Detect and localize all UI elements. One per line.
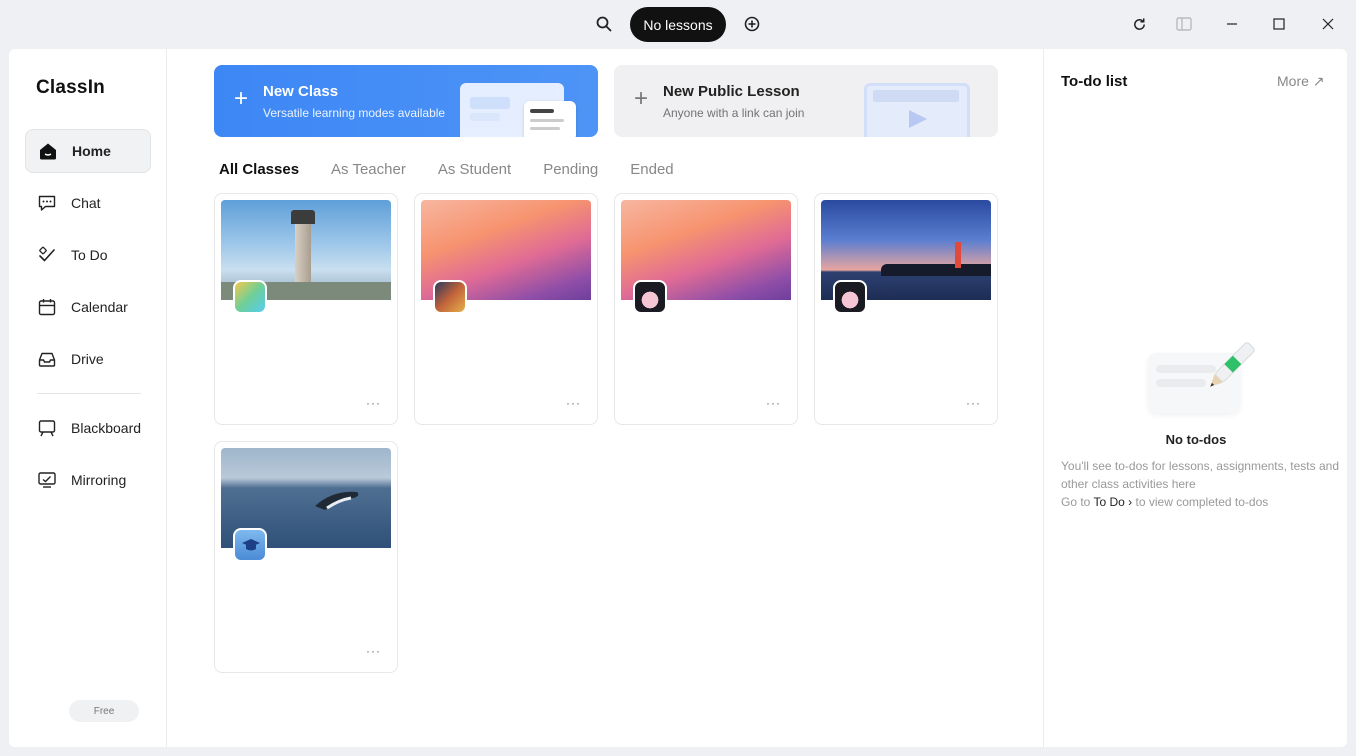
mirroring-icon [37, 470, 57, 490]
tab-pending[interactable]: Pending [543, 161, 598, 178]
more-options-button[interactable]: ··· [566, 396, 581, 410]
plus-icon: + [234, 85, 249, 112]
plan-badge[interactable]: Free [69, 700, 139, 722]
class-avatar [833, 280, 867, 314]
title-bar: No lessons [0, 0, 1356, 48]
sidebar-item-label: Mirroring [71, 472, 127, 488]
classes-content: + New Class Versatile learning modes ava… [167, 49, 1043, 747]
chat-icon [37, 193, 57, 213]
banner-title: New Public Lesson [663, 83, 800, 100]
banner-subtitle: Anyone with a link can join [663, 106, 805, 120]
sidebar: ClassIn Home Chat To Do Calendar Drive B… [9, 49, 167, 747]
todo-link[interactable]: To Do [1093, 495, 1124, 509]
empty-state-suffix: to view completed to-dos [1132, 495, 1269, 509]
class-card[interactable]: ··· [214, 441, 398, 673]
sidebar-item-label: Drive [71, 351, 104, 367]
video-player-illustration [864, 83, 970, 137]
sidebar-divider [37, 393, 141, 394]
class-card[interactable]: ··· [214, 193, 398, 425]
sidebar-item-drive[interactable]: Drive [25, 337, 151, 381]
more-options-button[interactable]: ··· [766, 396, 781, 410]
more-options-button[interactable]: ··· [366, 396, 381, 410]
banner-subtitle: Versatile learning modes available [263, 106, 446, 120]
empty-state-description: You'll see to-dos for lessons, assignmen… [1061, 457, 1341, 511]
sidebar-toggle-icon[interactable] [1172, 12, 1196, 36]
close-icon[interactable] [1316, 12, 1340, 36]
sidebar-item-blackboard[interactable]: Blackboard [25, 406, 151, 450]
sidebar-item-label: To Do [71, 247, 108, 263]
more-options-button[interactable]: ··· [366, 644, 381, 658]
class-card[interactable]: ··· [614, 193, 798, 425]
empty-state-prefix: Go to [1061, 495, 1094, 509]
home-icon [38, 141, 58, 161]
search-icon[interactable] [592, 12, 616, 36]
empty-state-title: No to-dos [1165, 432, 1227, 447]
class-avatar [433, 280, 467, 314]
lesson-status-pill[interactable]: No lessons [630, 7, 726, 42]
refresh-icon[interactable] [1127, 12, 1151, 36]
tab-as-student[interactable]: As Student [438, 161, 511, 178]
minimize-icon[interactable] [1220, 12, 1244, 36]
maximize-icon[interactable] [1267, 12, 1291, 36]
todo-more-link[interactable]: More ↗ [1277, 73, 1325, 90]
main-window: ClassIn Home Chat To Do Calendar Drive B… [9, 49, 1347, 747]
empty-todo-illustration [1148, 339, 1258, 419]
more-options-button[interactable]: ··· [966, 396, 981, 410]
todo-panel: To-do list More ↗ No to-dos You'll see t… [1043, 49, 1347, 747]
sidebar-item-todo[interactable]: To Do [25, 233, 151, 277]
calendar-icon [37, 297, 57, 317]
class-avatar [233, 280, 267, 314]
todo-icon [37, 245, 57, 265]
todo-card-illustration [524, 101, 576, 137]
new-class-button[interactable]: + New Class Versatile learning modes ava… [214, 65, 598, 137]
plus-icon: + [634, 85, 649, 112]
blackboard-icon [37, 418, 57, 438]
banner-title: New Class [263, 83, 339, 100]
tab-all-classes[interactable]: All Classes [219, 161, 299, 178]
class-card[interactable]: ··· [814, 193, 998, 425]
app-logo: ClassIn [36, 77, 105, 98]
add-circle-icon[interactable] [740, 12, 764, 36]
todo-panel-title: To-do list [1061, 73, 1128, 90]
empty-state-line: Go to To Do › to view completed to-dos [1061, 493, 1341, 511]
sidebar-item-calendar[interactable]: Calendar [25, 285, 151, 329]
tab-ended[interactable]: Ended [630, 161, 673, 178]
class-avatar [633, 280, 667, 314]
class-card[interactable]: ··· [414, 193, 598, 425]
tab-as-teacher[interactable]: As Teacher [331, 161, 406, 178]
new-public-lesson-button[interactable]: + New Public Lesson Anyone with a link c… [614, 65, 998, 137]
drive-icon [37, 349, 57, 369]
class-avatar [233, 528, 267, 562]
sidebar-item-label: Blackboard [71, 420, 142, 436]
class-filter-tabs: All Classes As Teacher As Student Pendin… [219, 161, 674, 178]
sidebar-item-label: Chat [71, 195, 101, 211]
empty-state-line: You'll see to-dos for lessons, assignmen… [1061, 459, 1339, 491]
sidebar-item-chat[interactable]: Chat [25, 181, 151, 225]
sidebar-item-label: Home [72, 143, 111, 159]
sidebar-item-mirroring[interactable]: Mirroring [25, 458, 151, 502]
sidebar-item-label: Calendar [71, 299, 128, 315]
sidebar-item-home[interactable]: Home [25, 129, 151, 173]
